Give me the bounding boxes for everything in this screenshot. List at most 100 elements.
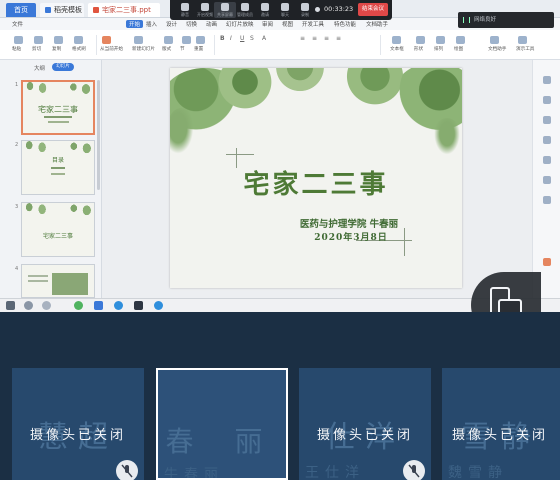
align-left-icon[interactable]: ≡ (300, 36, 306, 42)
pointer-icon[interactable] (543, 76, 551, 84)
format-painter-icon (74, 36, 83, 44)
menu-file[interactable]: 文件 (12, 20, 23, 28)
thumbnail-title: 目录 (51, 157, 64, 164)
participant-tile[interactable]: 雪静 魏雪静 摄像头已关闭 (442, 368, 560, 480)
share-screen-button[interactable]: 共享屏幕 (214, 2, 236, 18)
camera-off-status: 摄像头已关闭 (316, 428, 413, 443)
slide-thumbnail-3[interactable]: 宅家二三事 (21, 202, 95, 257)
tab-label: 稻壳模板 (54, 6, 82, 14)
menu-home[interactable]: 开始 (126, 20, 144, 28)
signal-icon (463, 17, 470, 23)
app-icon[interactable] (94, 301, 103, 310)
network-status-widget[interactable]: 网络良好 (458, 12, 554, 28)
doc-assistant-icon (490, 36, 499, 44)
slide-subtitle[interactable]: 医药与护理学院 牛春丽 (170, 216, 462, 230)
paste-icon (14, 36, 23, 44)
copy-button[interactable]: 复制 (52, 34, 70, 56)
font-color-icon[interactable]: A (262, 36, 268, 42)
slide-date[interactable]: 2020年3月8日 (170, 230, 462, 243)
shape-button[interactable]: 形状 (414, 34, 430, 56)
recording-indicator-icon (315, 7, 320, 12)
transition-icon[interactable] (543, 156, 551, 164)
arrange-button[interactable]: 排列 (434, 34, 450, 56)
layout-button[interactable]: 版式 (162, 34, 178, 56)
shadow-icon[interactable]: S (250, 36, 256, 42)
italic-icon[interactable]: I (230, 36, 236, 42)
slide-number: 3 (15, 204, 19, 210)
menu-developer[interactable]: 开发工具 (302, 20, 324, 28)
participant-tile-active[interactable]: 春 丽 牛春丽 (156, 368, 288, 480)
new-slide-icon (134, 36, 143, 44)
menu-animation[interactable]: 动画 (206, 20, 217, 28)
animation-pane-icon[interactable] (543, 136, 551, 144)
meeting-control-bar: 静音 开启视频 共享屏幕 管理成员 邀请 聊天 录制 00:33:23 结束会议 (170, 0, 392, 20)
section-button[interactable]: 节 (180, 34, 192, 56)
mute-button[interactable]: 静音 (174, 2, 196, 18)
doc-assistant-button[interactable]: 文档助手 (488, 34, 512, 56)
draw-button[interactable]: 绘图 (454, 34, 470, 56)
slide-thumbnail-1[interactable]: 宅家二三事 (21, 80, 95, 135)
task-view-icon[interactable] (42, 301, 51, 310)
properties-icon[interactable] (543, 96, 551, 104)
settings-icon[interactable] (543, 176, 551, 184)
docer-icon (45, 7, 51, 13)
menu-review[interactable]: 审阅 (262, 20, 273, 28)
members-icon (241, 3, 249, 11)
ppt-file-icon (93, 7, 99, 13)
menu-features[interactable]: 特色功能 (334, 20, 356, 28)
end-meeting-button[interactable]: 结束会议 (358, 3, 388, 16)
reset-icon (196, 36, 205, 44)
chat-button[interactable]: 聊天 (274, 2, 296, 18)
menu-slideshow[interactable]: 幻灯片放映 (226, 20, 254, 28)
slide-title[interactable]: 宅家二三事 (170, 164, 462, 201)
participant-name-watermark: 魏雪静 (448, 465, 508, 480)
play-from-current-button[interactable]: 从当前开始 (100, 34, 128, 56)
tab-home[interactable]: 首页 (6, 3, 36, 17)
menu-transition[interactable]: 切换 (186, 20, 197, 28)
menu-design[interactable]: 设计 (166, 20, 177, 28)
wps-cloud-icon[interactable] (543, 258, 551, 266)
slide-number: 2 (15, 142, 19, 148)
slide-thumbnail-4[interactable] (21, 264, 95, 298)
meeting-app-icon[interactable] (114, 301, 123, 310)
vine-decoration (23, 82, 93, 103)
help-icon[interactable] (543, 196, 551, 204)
style-icon[interactable] (543, 116, 551, 124)
reset-button[interactable]: 重置 (194, 34, 212, 56)
start-icon[interactable] (6, 301, 15, 310)
outline-tab[interactable]: 大纲 (34, 64, 45, 72)
textbox-icon (392, 36, 401, 44)
record-button[interactable]: 录制 (294, 2, 316, 18)
menu-view[interactable]: 视图 (282, 20, 293, 28)
slide-thumbnail-2[interactable]: 目录 (21, 140, 95, 195)
cut-icon (34, 36, 43, 44)
tab-presentation[interactable]: 宅家二三事.ppt (88, 3, 160, 17)
current-slide[interactable]: 宅家二三事 医药与护理学院 牛春丽 2020年3月8日 (170, 68, 462, 288)
app-icon[interactable] (134, 301, 143, 310)
app-icon[interactable] (154, 301, 163, 310)
menu-insert[interactable]: 插入 (146, 20, 157, 28)
align-right-icon[interactable]: ≡ (324, 36, 330, 42)
presenter-tools-button[interactable]: 演示工具 (516, 34, 542, 56)
search-icon[interactable] (24, 301, 33, 310)
justify-icon[interactable]: ≡ (336, 36, 342, 42)
thumbnail-scrollbar[interactable] (97, 80, 100, 190)
participant-tile[interactable]: 仕洋 王仕洋 摄像头已关闭 (299, 368, 431, 480)
manage-members-button[interactable]: 管理成员 (234, 2, 256, 18)
participant-tile[interactable]: 慧超 摄像头已关闭 (12, 368, 144, 480)
app-icon[interactable] (74, 301, 83, 310)
new-slide-button[interactable]: 新建幻灯片 (132, 34, 160, 56)
cut-button[interactable]: 剪切 (32, 34, 50, 56)
video-button[interactable]: 开启视频 (194, 2, 216, 18)
menu-doc-assistant[interactable]: 文档助手 (366, 20, 388, 28)
tab-docer-templates[interactable]: 稻壳模板 (40, 3, 84, 17)
slides-tab[interactable]: 幻灯片 (52, 63, 74, 71)
textbox-button[interactable]: 文本框 (390, 34, 412, 56)
invite-button[interactable]: 邀请 (254, 2, 276, 18)
format-painter-button[interactable]: 格式刷 (72, 34, 92, 56)
align-center-icon[interactable]: ≡ (312, 36, 318, 42)
tab-label: 宅家二三事.ppt (102, 6, 151, 14)
underline-icon[interactable]: U (240, 36, 246, 42)
bold-icon[interactable]: B (220, 36, 226, 42)
paste-button[interactable]: 粘贴 (12, 34, 28, 56)
